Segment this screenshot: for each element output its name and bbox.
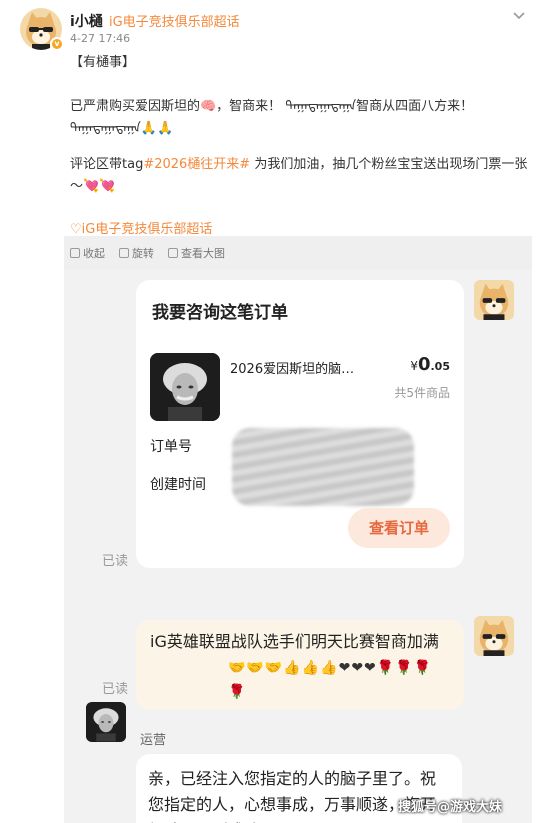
chevron-down-icon[interactable] — [512, 8, 526, 22]
redacted-info — [232, 428, 414, 506]
einstein-portrait-icon — [86, 702, 126, 742]
sender-avatar — [474, 616, 514, 656]
product-name: 2026爱因斯坦的脑… — [230, 362, 355, 377]
view-large-button[interactable]: 查看大图 — [168, 245, 225, 261]
chat-screenshot: 我要咨询这笔订单 2026爱因斯坦的脑… ¥0.05 共5件商品 订单号 创建时… — [64, 270, 532, 823]
price-decimal: .05 — [430, 360, 451, 373]
message-emojis: 🤝🤝🤝👍👍👍❤❤❤🌹🌹🌹🌹 — [228, 660, 433, 700]
order-card[interactable]: 我要咨询这笔订单 2026爱因斯坦的脑… ¥0.05 共5件商品 订单号 创建时… — [136, 280, 464, 568]
product-image — [150, 353, 220, 421]
post-paragraph-2: 评论区带tag#2026樋往开来# 为我们加油，抽几个粉丝宝宝送出现场门票一张～… — [70, 154, 530, 198]
read-status: 已读 — [102, 682, 129, 697]
paragraph-2-pre: 评论区带tag — [70, 157, 144, 172]
view-order-button[interactable]: 查看订单 — [348, 508, 450, 548]
magnify-icon — [168, 248, 178, 258]
sender-avatar — [474, 280, 514, 320]
shiba-avatar-icon — [479, 619, 509, 656]
vip-badge: v — [50, 37, 64, 51]
collapse-icon — [70, 248, 80, 258]
post-time: 4-27 17:46 — [70, 32, 131, 45]
super-topic-tag[interactable]: iG电子竞技俱乐部超话 — [109, 11, 240, 30]
image-toolbar: 收起 旋转 查看大图 — [64, 236, 532, 270]
order-number-label: 订单号 — [150, 439, 192, 455]
rotate-button[interactable]: 旋转 — [119, 245, 154, 261]
price-symbol: ¥ — [410, 359, 418, 373]
item-count: 共5件商品 — [394, 386, 450, 400]
operator-name: 运营 — [140, 733, 167, 748]
einstein-portrait-icon — [150, 353, 220, 421]
post-paragraph-1: 已严肃购买爱因斯坦的🧠，智商来！ ᠳᠠᠭᠠᠳᠠᠭᠠᠳᠠᠭᠠ智商从四面八方来！ ᠳ… — [70, 99, 474, 136]
price-integer: 0 — [417, 354, 431, 375]
super-topic-link[interactable]: ♡iG电子竞技俱乐部超话 — [70, 218, 212, 237]
order-card-title: 我要咨询这笔订单 — [152, 303, 288, 323]
operator-avatar — [86, 702, 126, 742]
view-large-label: 查看大图 — [181, 247, 225, 260]
collapse-label: 收起 — [83, 247, 105, 260]
read-status: 已读 — [102, 554, 129, 569]
username[interactable]: i小樋 — [70, 11, 103, 31]
collapse-button[interactable]: 收起 — [70, 245, 105, 261]
product-price: ¥0.05 — [410, 354, 450, 375]
topic-hashtag[interactable]: #2026樋往开来# — [143, 157, 250, 172]
message-bubble[interactable]: iG英雄联盟战队选手们明天比赛智商加满 🤝🤝🤝👍👍👍❤❤❤🌹🌹🌹🌹 — [136, 620, 464, 710]
post-header: v i小樋 iG电子竞技俱乐部超话 4-27 17:46 — [0, 0, 538, 52]
rotate-icon — [119, 248, 129, 258]
post-headline: 【有樋事】 — [70, 55, 136, 70]
shiba-avatar-icon — [479, 283, 509, 320]
rotate-label: 旋转 — [132, 247, 154, 260]
message-text: iG英雄联盟战队选手们明天比赛智商加满 — [150, 632, 439, 651]
created-time-label: 创建时间 — [150, 477, 206, 493]
watermark: 搜狐号@游戏大妹 — [398, 800, 503, 815]
post-image[interactable]: 收起 旋转 查看大图 我要咨询这笔订单 2026爱因斯坦的脑… ¥0.05 共5… — [64, 236, 532, 823]
